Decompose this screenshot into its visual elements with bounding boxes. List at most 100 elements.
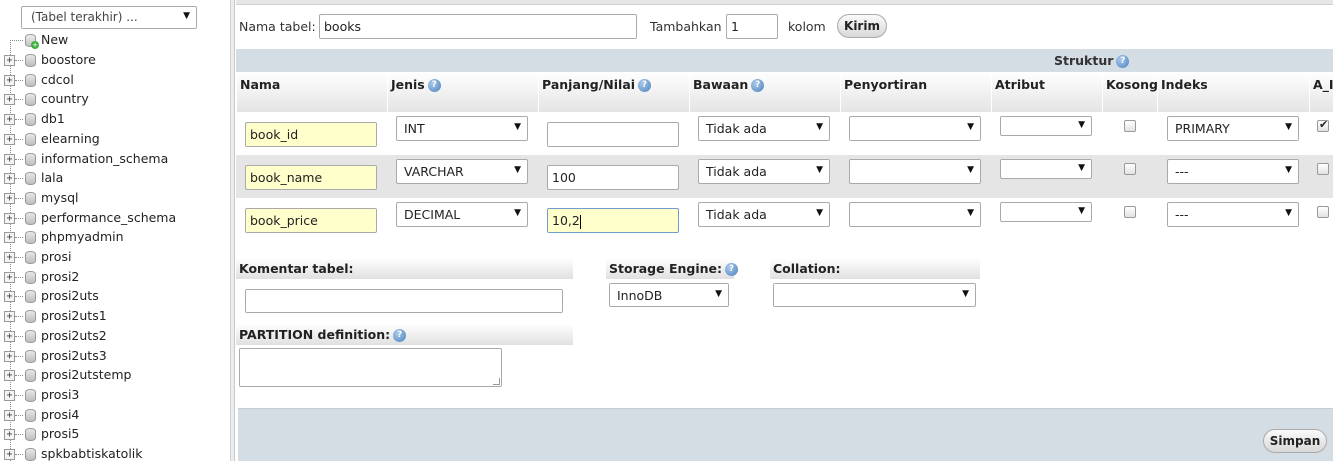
column-length-input[interactable]: 100 [547, 165, 679, 190]
tree-item-label: prosi2uts [41, 288, 99, 304]
header-index: Indeks [1157, 72, 1309, 112]
resize-grip-icon[interactable] [493, 378, 500, 385]
column-default-select[interactable]: Tidak ada ▼ [698, 202, 830, 227]
tree-item-database[interactable]: + information_schema [0, 150, 230, 169]
header-type-text: Jenis [391, 77, 425, 92]
tree-item-database[interactable]: + prosi3 [0, 386, 230, 405]
tree-item-label: prosi2uts1 [41, 308, 107, 324]
column-collation-select[interactable]: ▼ [849, 202, 981, 227]
table-name-input[interactable]: books [319, 14, 637, 39]
tree-item-database[interactable]: + performance_schema [0, 209, 230, 228]
recent-tables-select[interactable]: (Tabel terakhir) ... ▼ [21, 6, 197, 29]
plus-expander-icon[interactable]: + [4, 330, 15, 342]
tree-item-database[interactable]: + prosi2utstemp [0, 366, 230, 385]
tree-item-database[interactable]: + boostore [0, 51, 230, 70]
partition-definition-textarea[interactable] [239, 348, 502, 387]
column-collation-select[interactable]: ▼ [849, 116, 981, 141]
plus-expander-icon[interactable]: + [4, 389, 15, 401]
column-type-select[interactable]: INT ▼ [396, 116, 528, 141]
tree-item-database[interactable]: + country [0, 90, 230, 109]
column-name-input[interactable]: book_name [245, 165, 377, 190]
tree-item-database[interactable]: + spkbabtiskatolik [0, 445, 230, 461]
plus-expander-icon[interactable]: + [4, 192, 15, 204]
column-index-select[interactable]: --- ▼ [1167, 159, 1299, 184]
tree-item-database[interactable]: + lala [0, 169, 230, 188]
tree-item-database[interactable]: + prosi2uts3 [0, 347, 230, 366]
plus-expander-icon[interactable]: + [4, 74, 15, 86]
add-columns-label: Tambahkan [650, 19, 722, 34]
tree-item-database[interactable]: + elearning [0, 130, 230, 149]
column-index-select[interactable]: PRIMARY ▼ [1167, 116, 1299, 141]
column-default-value: Tidak ada [706, 207, 767, 222]
tree-item-database[interactable]: + cdcol [0, 71, 230, 90]
sidebar-resize-handle[interactable] [230, 0, 235, 461]
plus-expander-icon[interactable]: + [4, 429, 15, 441]
plus-expander-icon[interactable]: + [4, 311, 15, 323]
tree-item-database[interactable]: + prosi2uts [0, 287, 230, 306]
column-ai-checkbox[interactable] [1317, 206, 1329, 218]
storage-engine-select[interactable]: InnoDB ▼ [609, 283, 729, 307]
column-name-input[interactable]: book_price [245, 208, 377, 233]
help-icon[interactable]: ? [751, 79, 765, 92]
database-icon [25, 73, 36, 87]
add-columns-count-input[interactable]: 1 [726, 14, 778, 39]
column-index-select[interactable]: --- ▼ [1167, 202, 1299, 227]
tree-item-database[interactable]: + prosi5 [0, 425, 230, 444]
plus-expander-icon[interactable]: + [4, 291, 15, 303]
column-null-checkbox[interactable] [1124, 206, 1136, 218]
save-button[interactable]: Simpan [1263, 429, 1327, 453]
plus-expander-icon[interactable]: + [4, 271, 15, 283]
plus-expander-icon[interactable]: + [4, 173, 15, 185]
column-length-input[interactable] [547, 122, 679, 147]
column-index-value: --- [1175, 164, 1189, 179]
plus-expander-icon[interactable]: + [4, 252, 15, 263]
header-collation: Penyortiran [840, 72, 991, 112]
plus-expander-icon[interactable]: + [4, 350, 15, 362]
tree-item-database[interactable]: + prosi2 [0, 268, 230, 287]
tree-item-database[interactable]: + prosi [0, 248, 230, 267]
column-length-value: 10,2 [552, 213, 580, 228]
help-icon[interactable]: ? [638, 79, 652, 92]
column-length-input[interactable]: 10,2 [547, 208, 679, 233]
help-icon[interactable]: ? [427, 79, 441, 92]
column-name-input[interactable]: book_id [245, 122, 377, 147]
plus-expander-icon[interactable]: + [4, 133, 15, 145]
column-attribute-select[interactable]: ▼ [1000, 202, 1092, 222]
column-ai-checkbox[interactable]: ✔ [1317, 118, 1329, 132]
plus-expander-icon[interactable]: + [4, 370, 15, 382]
column-type-select[interactable]: VARCHAR ▼ [396, 159, 528, 184]
column-default-select[interactable]: Tidak ada ▼ [698, 159, 830, 184]
plus-expander-icon[interactable]: + [4, 409, 15, 421]
column-ai-checkbox[interactable] [1317, 163, 1329, 175]
column-collation-select[interactable]: ▼ [849, 159, 981, 184]
help-icon[interactable]: ? [1116, 55, 1130, 68]
submit-add-columns-button[interactable]: Kirim [837, 14, 887, 38]
tree-item-database[interactable]: + mysql [0, 189, 230, 208]
storage-engine-value: InnoDB [617, 288, 663, 303]
plus-expander-icon[interactable]: + [4, 153, 15, 165]
tree-item-database[interactable]: + prosi2uts2 [0, 327, 230, 346]
help-icon[interactable]: ? [393, 329, 407, 342]
tree-item-database[interactable]: + phpmyadmin [0, 228, 230, 247]
tree-item-database[interactable]: + prosi4 [0, 406, 230, 425]
plus-expander-icon[interactable]: + [4, 94, 15, 106]
table-comment-input[interactable] [245, 289, 563, 313]
plus-expander-icon[interactable]: + [4, 55, 15, 66]
tree-item-database[interactable]: + prosi2uts1 [0, 307, 230, 326]
tree-item-new[interactable]: + New [0, 31, 230, 50]
plus-expander-icon[interactable]: + [4, 114, 15, 126]
column-type-select[interactable]: DECIMAL ▼ [396, 202, 528, 227]
plus-expander-icon[interactable]: + [4, 449, 15, 460]
tree-item-database[interactable]: + db1 [0, 110, 230, 129]
table-collation-select[interactable]: ▼ [773, 283, 976, 307]
plus-expander-icon[interactable]: + [4, 212, 15, 224]
storage-engine-header: Storage Engine:? [606, 258, 738, 279]
column-attribute-select[interactable]: ▼ [1000, 159, 1092, 179]
column-null-checkbox[interactable] [1124, 120, 1136, 132]
header-type: Jenis? [387, 72, 538, 112]
help-icon[interactable]: ? [725, 263, 738, 276]
column-default-select[interactable]: Tidak ada ▼ [698, 116, 830, 141]
column-attribute-select[interactable]: ▼ [1000, 116, 1092, 136]
plus-expander-icon[interactable]: + [4, 232, 15, 244]
column-null-checkbox[interactable] [1124, 163, 1136, 175]
